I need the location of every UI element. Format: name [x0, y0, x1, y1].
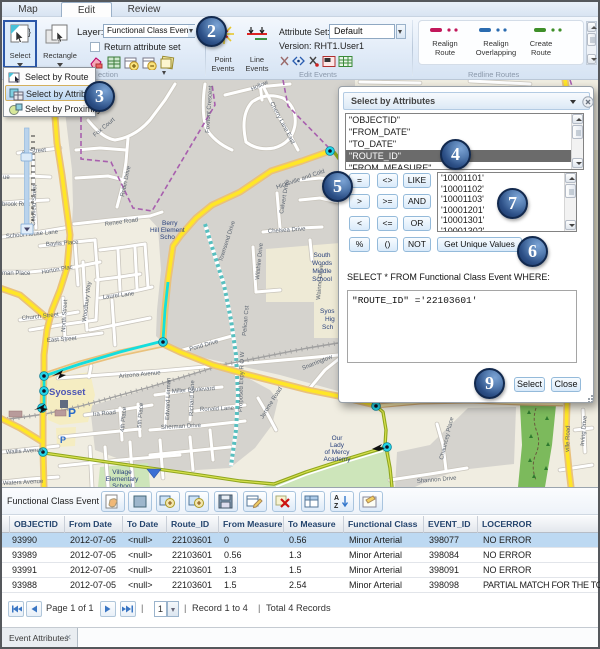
- svg-text:Sch: Sch: [322, 324, 334, 331]
- svg-text:Hill Element: Hill Element: [150, 227, 185, 234]
- svg-text:man Place: man Place: [2, 271, 31, 277]
- svg-text:}: }: [28, 27, 31, 37]
- svg-text:Elementary: Elementary: [106, 476, 140, 483]
- svg-text:P: P: [68, 406, 76, 420]
- svg-text:Syos: Syos: [320, 308, 335, 315]
- svg-text:Scho: Scho: [160, 234, 175, 241]
- svg-text:Hig: Hig: [325, 316, 335, 323]
- svg-text:Z: Z: [334, 503, 339, 510]
- svg-text:Village: Village: [112, 469, 132, 476]
- svg-text:ue: ue: [3, 175, 10, 181]
- svg-text:South: South: [314, 252, 331, 259]
- svg-text:Berry: Berry: [162, 220, 178, 227]
- svg-text:Woods: Woods: [312, 260, 333, 267]
- svg-text:ville Road: ville Road: [565, 426, 572, 453]
- svg-text:P: P: [60, 435, 66, 445]
- svg-text:Our: Our: [332, 435, 344, 442]
- svg-text:Richard Lane: Richard Lane: [189, 380, 196, 417]
- svg-text:Lady: Lady: [330, 442, 345, 449]
- svg-text:Syosset: Syosset: [49, 387, 86, 398]
- svg-text:Middle: Middle: [312, 268, 332, 275]
- svg-text:School: School: [312, 276, 332, 283]
- svg-text:Ronald Lane: Ronald Lane: [200, 406, 235, 413]
- svg-text:Academy: Academy: [323, 456, 351, 463]
- svg-text:A: A: [334, 495, 339, 502]
- svg-text:of Mercy: of Mercy: [325, 449, 351, 456]
